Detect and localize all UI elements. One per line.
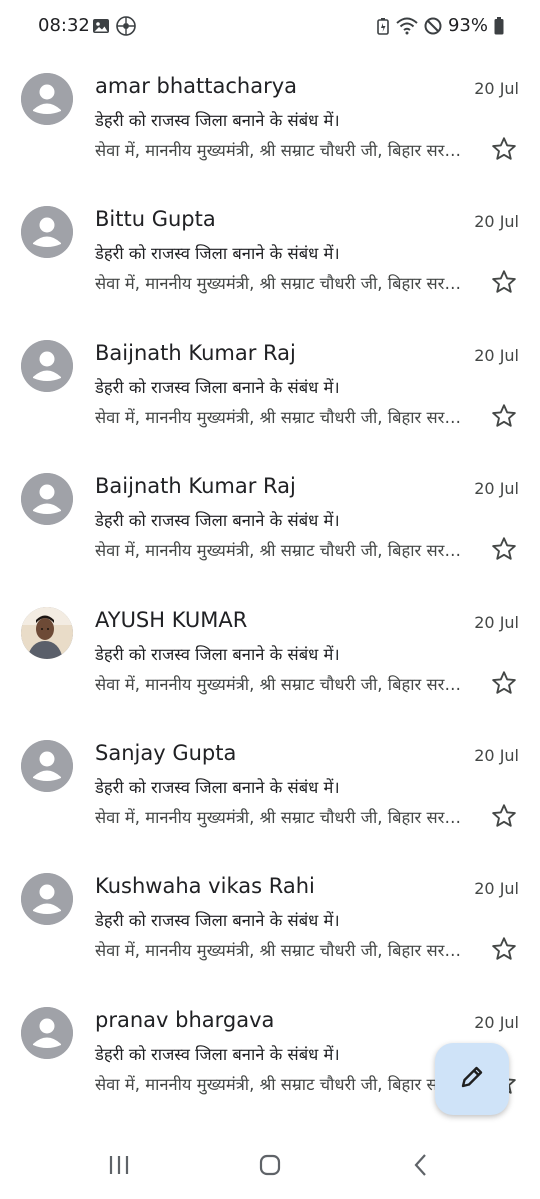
star-icon[interactable] [490, 935, 518, 963]
home-button[interactable] [255, 1152, 285, 1182]
sender-avatar[interactable] [21, 339, 73, 392]
back-button[interactable] [406, 1152, 436, 1182]
email-snippet: सेवा में, माननीय मुख्यमंत्री, श्री सम्रा… [95, 274, 465, 294]
sender-avatar[interactable] [21, 606, 73, 659]
email-row[interactable]: Baijnath Kumar Raj 20 Jul डेहरी को राजस्व … [0, 454, 540, 587]
app-icon [116, 16, 136, 40]
pencil-icon [459, 1064, 485, 1094]
email-subject: डेहरी को राजस्व जिला बनाने के संबंध में। [95, 644, 340, 664]
email-date: 20 Jul [474, 612, 519, 632]
email-row[interactable]: Sanjay Gupta 20 Jul डेहरी को राजस्व जिला ब… [0, 721, 540, 854]
image-icon [92, 17, 110, 39]
status-right-icons: 93% [376, 15, 504, 36]
email-date: 20 Jul [474, 745, 519, 765]
battery-saver-icon [376, 17, 390, 35]
email-date: 20 Jul [474, 1012, 519, 1032]
sender-avatar[interactable] [21, 206, 73, 259]
status-bar: 08:32 93% [0, 0, 540, 54]
system-nav-bar [0, 1130, 540, 1199]
email-snippet: सेवा में, माननीय मुख्यमंत्री, श्री सम्रा… [95, 407, 465, 427]
email-subject: डेहरी को राजस्व जिला बनाने के संबंध में। [95, 777, 340, 797]
star-icon[interactable] [490, 135, 518, 163]
back-icon [411, 1153, 431, 1181]
status-left-icons [92, 16, 136, 40]
sender-name: pranav bhargava [95, 1007, 275, 1032]
sender-avatar[interactable] [21, 739, 73, 792]
email-subject: डेहरी को राजस्व जिला बनाने के संबंध में। [95, 1044, 340, 1064]
do-not-disturb-icon [424, 17, 442, 35]
sender-name: Kushwaha vikas Rahi [95, 874, 315, 899]
sender-avatar[interactable] [21, 473, 73, 526]
email-snippet: सेवा में, माननीय मुख्यमंत्री, श्री सम्रा… [95, 1074, 465, 1094]
email-row[interactable]: Baijnath Kumar Raj 20 Jul डेहरी को राजस्व … [0, 321, 540, 454]
star-icon[interactable] [490, 669, 518, 697]
email-row[interactable]: Bittu Gupta 20 Jul डेहरी को राजस्व जिला बन… [0, 187, 540, 320]
home-icon [258, 1153, 282, 1181]
email-subject: डेहरी को राजस्व जिला बनाने के संबंध में। [95, 911, 340, 931]
email-date: 20 Jul [474, 479, 519, 499]
star-icon[interactable] [490, 802, 518, 830]
sender-name: Sanjay Gupta [95, 740, 237, 765]
email-snippet: सेवा में, माननीय मुख्यमंत्री, श्री सम्रा… [95, 541, 465, 561]
email-row[interactable]: amar bhattacharya 20 Jul डेहरी को राजस्व ज… [0, 54, 540, 187]
email-snippet: सेवा में, माननीय मुख्यमंत्री, श्री सम्रा… [95, 941, 465, 961]
email-snippet: सेवा में, माननीय मुख्यमंत्री, श्री सम्रा… [95, 807, 465, 827]
sender-name: amar bhattacharya [95, 74, 298, 98]
sender-name: Baijnath Kumar Raj [95, 340, 296, 365]
email-date: 20 Jul [474, 879, 519, 899]
email-date: 20 Jul [474, 345, 519, 365]
email-subject: डेहरी को राजस्व जिला बनाने के संबंध में। [95, 244, 340, 264]
sender-avatar[interactable] [21, 73, 73, 125]
battery-icon [494, 16, 504, 35]
email-date: 20 Jul [474, 79, 519, 98]
compose-button[interactable] [435, 1043, 509, 1115]
sender-avatar[interactable] [21, 1006, 73, 1059]
email-row[interactable]: AYUSH KUMAR 20 Jul डेहरी को राजस्व जिला बन… [0, 588, 540, 721]
sender-name: Baijnath Kumar Raj [95, 474, 296, 499]
star-icon[interactable] [490, 268, 518, 296]
email-list: amar bhattacharya 20 Jul डेहरी को राजस्व ज… [0, 54, 540, 1121]
email-subject: डेहरी को राजस्व जिला बनाने के संबंध में। [95, 111, 340, 130]
sender-name: AYUSH KUMAR [95, 607, 248, 632]
star-icon[interactable] [490, 402, 518, 430]
email-row[interactable]: Kushwaha vikas Rahi 20 Jul डेहरी को राजस्व… [0, 854, 540, 987]
email-date: 20 Jul [474, 212, 519, 232]
sender-name: Bittu Gupta [95, 207, 216, 232]
recents-button[interactable] [104, 1152, 134, 1182]
email-snippet: सेवा में, माननीय मुख्यमंत्री, श्री सम्रा… [95, 674, 465, 694]
recents-icon [107, 1154, 131, 1180]
star-icon[interactable] [490, 535, 518, 563]
email-subject: डेहरी को राजस्व जिला बनाने के संबंध में। [95, 511, 340, 531]
email-snippet: सेवा में, माननीय मुख्यमंत्री, श्री सम्रा… [95, 141, 465, 160]
battery-percent: 93% [447, 15, 488, 36]
email-subject: डेहरी को राजस्व जिला बनाने के संबंध में। [95, 377, 340, 397]
sender-avatar[interactable] [21, 873, 73, 926]
wifi-icon [396, 17, 418, 35]
status-time: 08:32 [38, 15, 90, 36]
